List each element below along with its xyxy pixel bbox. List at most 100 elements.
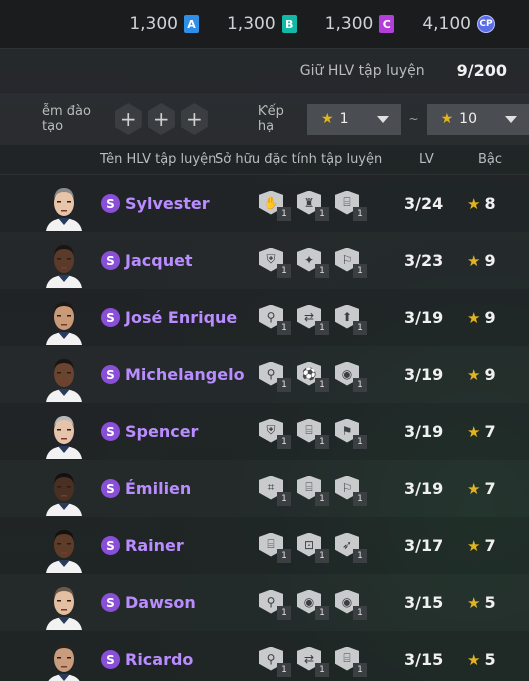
star-icon: ★ bbox=[467, 366, 481, 384]
trait-badge[interactable]: ◉ 1 bbox=[335, 589, 367, 620]
coach-grade: ★ 9 bbox=[467, 365, 496, 384]
trait-badge[interactable]: ⇄ 1 bbox=[297, 646, 329, 677]
trait-badge[interactable]: ⊡ 1 bbox=[297, 532, 329, 563]
trait-badge[interactable]: ➶ 1 bbox=[335, 532, 367, 563]
trait-badge[interactable]: ⌸ 1 bbox=[335, 646, 367, 677]
trait-slot-2-add-button[interactable]: + bbox=[147, 103, 175, 135]
avatar bbox=[44, 240, 84, 288]
trait-badge[interactable]: ⚲ 1 bbox=[259, 304, 291, 335]
trait-list: ⚲ 1 ◉ 1 ◉ 1 bbox=[259, 589, 367, 620]
trait-badge[interactable]: ⚐ 1 bbox=[335, 475, 367, 506]
trait-level: 1 bbox=[315, 491, 329, 506]
trait-list: ⌗ 1 ⌸ 1 ⚐ 1 bbox=[259, 475, 367, 506]
coach-row[interactable]: S Sylvester ✋ 1 ♜ 1 ⌸ 1 3/24 ★ 8 bbox=[0, 175, 529, 232]
star-icon: ★ bbox=[467, 480, 481, 498]
currency-value: 1,300 bbox=[129, 14, 178, 34]
currency-badge-icon: B bbox=[281, 15, 297, 33]
column-name-header: Tên HLV tập luyện bbox=[100, 152, 217, 167]
avatar bbox=[44, 183, 84, 231]
coach-row[interactable]: S Spencer ⛨ 1 ⌸ 1 ⚑ 1 3/19 ★ 7 bbox=[0, 403, 529, 460]
star-icon: ★ bbox=[321, 111, 334, 127]
avatar bbox=[44, 639, 84, 681]
trait-slot-3-add-button[interactable]: + bbox=[180, 103, 208, 135]
trait-badge[interactable]: ◉ 1 bbox=[335, 361, 367, 392]
currency-value: 1,300 bbox=[324, 14, 374, 34]
coach-row[interactable]: S Ricardo ⚲ 1 ⇄ 1 ⌸ 1 3/15 ★ 5 bbox=[0, 631, 529, 681]
rank-to-select[interactable]: ★ 10 bbox=[426, 103, 529, 135]
trait-list: ⌸ 1 ⊡ 1 ➶ 1 bbox=[259, 532, 367, 563]
currency-3: 1,300 C bbox=[325, 14, 395, 34]
trait-badge[interactable]: ⚲ 1 bbox=[259, 646, 291, 677]
trait-list: ⛨ 1 ✦ 1 ⚐ 1 bbox=[259, 247, 367, 278]
trait-badge[interactable]: ♜ 1 bbox=[297, 190, 329, 221]
trait-slot-1-add-button[interactable]: + bbox=[114, 103, 142, 135]
coach-row[interactable]: S Rainer ⌸ 1 ⊡ 1 ➶ 1 3/17 ★ 7 bbox=[0, 517, 529, 574]
coach-grade: ★ 7 bbox=[467, 422, 496, 441]
coach-name: Michelangelo bbox=[125, 365, 245, 384]
avatar bbox=[44, 468, 84, 516]
trait-badge[interactable]: ⇄ 1 bbox=[297, 304, 329, 335]
trait-badge[interactable]: ⌸ 1 bbox=[297, 475, 329, 506]
currency-value: 4,100 bbox=[422, 14, 471, 34]
s-grade-icon: S bbox=[101, 422, 120, 441]
s-grade-icon: S bbox=[101, 593, 120, 612]
star-icon: ★ bbox=[467, 195, 481, 213]
trait-badge[interactable]: ⬆ 1 bbox=[335, 304, 367, 335]
trait-badge[interactable]: ⌸ 1 bbox=[259, 532, 291, 563]
column-grade-header: Bậc bbox=[478, 152, 503, 167]
currency-value: 1,300 bbox=[226, 14, 276, 34]
trait-badge[interactable]: ⌗ 1 bbox=[259, 475, 291, 506]
currency-badge-icon: A bbox=[183, 15, 199, 33]
rank-from-select[interactable]: ★ 1 bbox=[307, 103, 401, 135]
coach-grade: ★ 7 bbox=[467, 536, 496, 555]
trait-level: 1 bbox=[277, 548, 291, 563]
trait-level: 1 bbox=[353, 320, 367, 335]
coach-grade-value: 5 bbox=[484, 593, 496, 612]
rank-filter-label: Ƙếp hạ bbox=[257, 104, 284, 134]
trait-badge[interactable]: ✦ 1 bbox=[297, 247, 329, 278]
coach-row[interactable]: S José Enrique ⚲ 1 ⇄ 1 ⬆ 1 3/19 ★ 9 bbox=[0, 289, 529, 346]
trait-list: ⚲ 1 ⇄ 1 ⬆ 1 bbox=[259, 304, 367, 335]
coach-grade-value: 5 bbox=[484, 650, 496, 669]
trait-badge[interactable]: ✋ 1 bbox=[259, 190, 291, 221]
coach-list: S Sylvester ✋ 1 ♜ 1 ⌸ 1 3/24 ★ 8 S Jacqu… bbox=[0, 175, 529, 681]
coach-grade-value: 7 bbox=[484, 479, 496, 498]
capacity-label: Giữ HLV tập luyện bbox=[299, 62, 425, 79]
coach-name: Émilien bbox=[125, 479, 192, 498]
avatar bbox=[44, 354, 84, 402]
trait-badge[interactable]: ◉ 1 bbox=[297, 589, 329, 620]
coach-row[interactable]: S Émilien ⌗ 1 ⌸ 1 ⚐ 1 3/19 ★ 7 bbox=[0, 460, 529, 517]
currency-bar: 1,300 A 1,300 B 1,300 C 4,100 CP bbox=[0, 0, 529, 48]
coach-grade-value: 9 bbox=[484, 365, 496, 384]
coach-grade: ★ 7 bbox=[467, 479, 496, 498]
trait-level: 1 bbox=[277, 662, 291, 677]
trait-badge[interactable]: ⚽ 1 bbox=[297, 361, 329, 392]
trait-level: 1 bbox=[315, 320, 329, 335]
coach-level: 3/19 bbox=[404, 422, 444, 441]
currency-1: 1,300 A bbox=[129, 14, 199, 34]
trait-badge[interactable]: ⚑ 1 bbox=[335, 418, 367, 449]
coach-row[interactable]: S Jacquet ⛨ 1 ✦ 1 ⚐ 1 3/23 ★ 9 bbox=[0, 232, 529, 289]
s-grade-icon: S bbox=[101, 251, 120, 270]
trait-badge[interactable]: ⛨ 1 bbox=[259, 247, 291, 278]
coach-row[interactable]: S Michelangelo ⚲ 1 ⚽ 1 ◉ 1 3/19 ★ 9 bbox=[0, 346, 529, 403]
trait-badge[interactable]: ⌸ 1 bbox=[335, 190, 367, 221]
avatar bbox=[44, 525, 84, 573]
s-grade-icon: S bbox=[101, 536, 120, 555]
coach-level: 3/15 bbox=[404, 650, 444, 669]
capacity-value: 9/200 bbox=[456, 61, 507, 80]
trait-badge[interactable]: ⚲ 1 bbox=[259, 589, 291, 620]
trait-badge[interactable]: ⌸ 1 bbox=[297, 418, 329, 449]
avatar bbox=[44, 297, 84, 345]
trait-badge[interactable]: ⛨ 1 bbox=[259, 418, 291, 449]
trait-list: ⚲ 1 ⇄ 1 ⌸ 1 bbox=[259, 646, 367, 677]
s-grade-icon: S bbox=[101, 650, 120, 669]
trait-badge[interactable]: ⚐ 1 bbox=[335, 247, 367, 278]
column-traits-header: Sở hữu đặc tính tập luyện bbox=[215, 152, 383, 167]
trait-badge[interactable]: ⚲ 1 bbox=[259, 361, 291, 392]
coach-row[interactable]: S Dawson ⚲ 1 ◉ 1 ◉ 1 3/15 ★ 5 bbox=[0, 574, 529, 631]
trait-level: 1 bbox=[277, 320, 291, 335]
trait-level: 1 bbox=[315, 206, 329, 221]
trait-level: 1 bbox=[315, 548, 329, 563]
coach-name: Spencer bbox=[125, 422, 199, 441]
